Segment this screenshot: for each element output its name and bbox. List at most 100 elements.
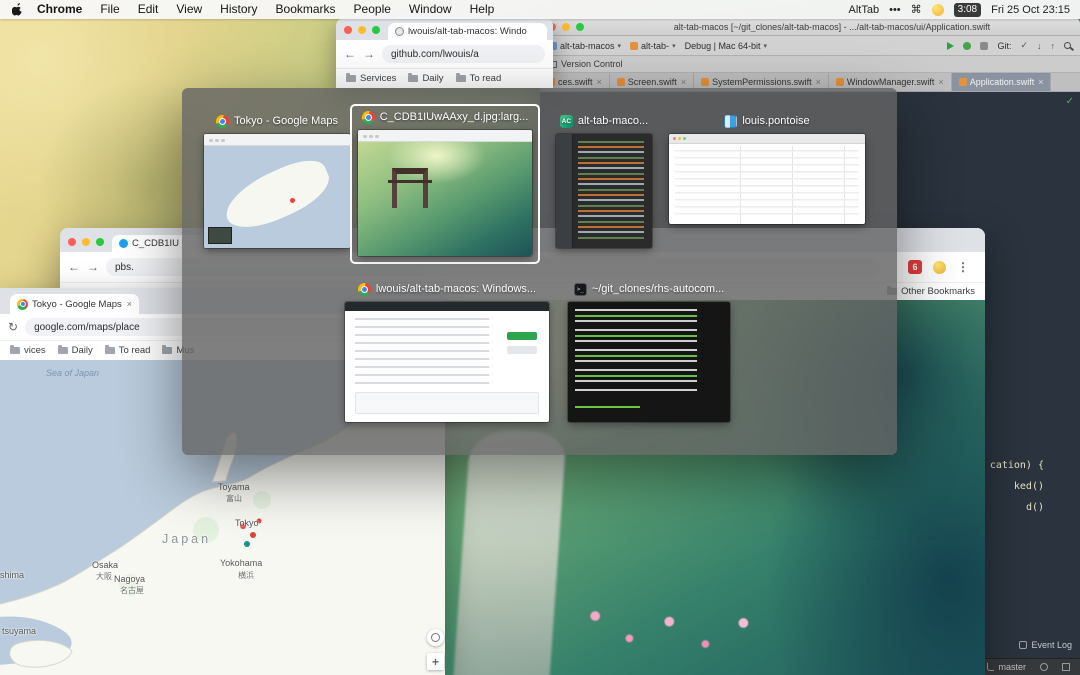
mini-terminal-lines [575, 309, 697, 392]
torii-gate-art [388, 168, 432, 208]
browser-tab-maps[interactable]: Tokyo - Google Maps × [10, 294, 140, 314]
search-icon[interactable] [1064, 42, 1071, 49]
minimize-button[interactable] [562, 22, 570, 31]
back-button[interactable]: ← [68, 260, 80, 274]
menu-bar-status-area: AltTab ••• ⌘ 3:08 Fri 25 Oct 23:15 [849, 2, 1070, 17]
code-line: cation) { [989, 460, 1044, 471]
menu-view[interactable]: View [167, 0, 211, 19]
menu-people[interactable]: People [345, 0, 400, 19]
mini-readme-box [355, 392, 539, 414]
status-icon-1[interactable] [1040, 663, 1048, 671]
bookmark-services[interactable]: Services [346, 72, 396, 84]
tab-strip[interactable]: lwouis/alt-tab-macos: Windo [336, 18, 553, 40]
city-label-nagoya: Nagoya [114, 574, 146, 584]
folder-icon [57, 345, 68, 354]
forward-button[interactable]: → [363, 47, 375, 61]
git-update-icon[interactable]: ↓ [1037, 41, 1042, 51]
dots-status-item[interactable]: ••• [889, 4, 901, 16]
terminal-icon: >_ [573, 282, 587, 296]
close-tab-icon[interactable]: × [681, 77, 686, 87]
active-app-menu[interactable]: Chrome [31, 0, 91, 19]
switcher-item-terminal[interactable]: >_ ~/git_clones/rhs-autocom... [560, 280, 738, 422]
my-location-button[interactable] [427, 629, 444, 646]
appcode-toolbar: alt-tab-macos ▾ alt-tab- ▾ Debug | Mac 64-… [540, 36, 1080, 56]
timer-status-item[interactable]: 3:08 [953, 2, 982, 17]
sea-label: Sea of Japan [46, 368, 100, 378]
emoji-status-icon[interactable] [931, 3, 944, 16]
close-tab-icon[interactable]: × [127, 299, 132, 309]
menu-help[interactable]: Help [461, 0, 504, 19]
git-push-icon[interactable]: ↑ [1051, 41, 1056, 51]
build-config-selector[interactable]: Debug | Mac 64-bit ▾ [685, 41, 767, 51]
alttab-status-item[interactable]: AltTab [849, 4, 880, 16]
folder-icon [104, 345, 115, 354]
menu-bar-clock[interactable]: Fri 25 Oct 23:15 [991, 4, 1070, 16]
twitter-favicon [119, 239, 128, 248]
menu-window[interactable]: Window [400, 0, 461, 19]
zoom-button[interactable] [96, 238, 104, 246]
switcher-item-tokyo-maps[interactable]: Tokyo - Google Maps [194, 112, 360, 248]
close-button[interactable] [68, 238, 76, 246]
run-config-icon [630, 41, 639, 50]
folder-icon [10, 345, 20, 354]
git-commit-icon[interactable]: ✓ [1020, 40, 1028, 51]
command-status-icon[interactable]: ⌘ [911, 3, 922, 16]
close-tab-icon[interactable]: × [1038, 77, 1043, 87]
swift-file-icon [835, 78, 844, 86]
zoom-button[interactable] [576, 22, 584, 31]
appcode-titlebar[interactable]: alt-tab-macos [~/git_clones/alt-tab-maco… [540, 18, 1080, 36]
browser-tab-github[interactable]: lwouis/alt-tab-macos: Windo [388, 23, 547, 40]
address-bar[interactable]: github.com/lwouis/a [382, 45, 545, 63]
other-bookmarks[interactable]: Other Bookmarks [887, 286, 975, 297]
folder-icon [408, 72, 419, 82]
switcher-item-github[interactable]: lwouis/alt-tab-macos: Windows... [338, 280, 556, 422]
window-controls [548, 22, 584, 31]
adblock-extension-icon[interactable]: 6 [908, 260, 922, 274]
city-label-osaka: Osaka [92, 560, 119, 570]
switcher-item-appcode[interactable]: AC alt-tab-maco... [548, 112, 660, 248]
zoom-button[interactable] [372, 26, 380, 34]
switcher-item-image-selected[interactable]: C_CDB1IUwAAxy_d.jpg:larg... [350, 104, 540, 264]
emoji-extension-icon[interactable] [933, 260, 946, 274]
flowers-art [580, 595, 770, 665]
build-config-name: Debug | Mac 64-bit [684, 40, 761, 51]
back-button[interactable]: ← [344, 47, 356, 61]
switcher-item-title: louis.pontoise [742, 115, 810, 127]
project-name: alt-tab-macos [560, 40, 615, 51]
minimize-button[interactable] [82, 238, 90, 246]
tab-application-swift[interactable]: Application.swift × [951, 73, 1052, 91]
switcher-item-title: alt-tab-maco... [577, 115, 649, 127]
bookmark-daily[interactable]: Daily [408, 72, 444, 84]
menu-bookmarks[interactable]: Bookmarks [267, 0, 345, 19]
menu-edit[interactable]: Edit [129, 0, 168, 19]
menu-history[interactable]: History [211, 0, 266, 19]
status-icon-2[interactable] [1062, 663, 1070, 671]
extension-cluster: 6 ⋮ [908, 260, 969, 274]
close-button[interactable] [344, 26, 352, 34]
switcher-item-finder[interactable]: louis.pontoise [664, 112, 870, 224]
bookmark-to-read[interactable]: To read [455, 72, 501, 84]
switcher-item-title-row: lwouis/alt-tab-macos: Windows... [357, 280, 536, 298]
profile-button[interactable] [980, 41, 989, 50]
version-control-tab[interactable]: Version Control [540, 56, 1080, 73]
bookmark-to-read[interactable]: To read [104, 345, 150, 356]
forward-button[interactable]: → [87, 260, 99, 274]
refresh-icon[interactable]: ↻ [8, 320, 18, 334]
project-selector[interactable]: alt-tab-macos ▾ [549, 41, 621, 51]
bookmark-services-cut[interactable]: vices [10, 345, 46, 356]
close-tab-icon[interactable]: × [816, 77, 821, 87]
menu-file[interactable]: File [91, 0, 128, 19]
run-config-selector[interactable]: alt-tab- ▾ [630, 41, 676, 51]
git-branch-indicator[interactable]: master [987, 662, 1026, 672]
appcode-icon: AC [559, 114, 573, 128]
event-log-button[interactable]: Event Log [1019, 640, 1072, 650]
zoom-in-button[interactable]: + [427, 653, 444, 670]
debug-button[interactable] [963, 41, 972, 50]
close-tab-icon[interactable]: × [597, 77, 602, 87]
run-button[interactable] [947, 41, 955, 50]
bookmark-daily[interactable]: Daily [57, 345, 93, 356]
apple-menu-icon[interactable] [12, 3, 23, 16]
minimize-button[interactable] [358, 26, 366, 34]
close-tab-icon[interactable]: × [938, 77, 943, 87]
chrome-menu-icon[interactable]: ⋮ [957, 260, 969, 274]
